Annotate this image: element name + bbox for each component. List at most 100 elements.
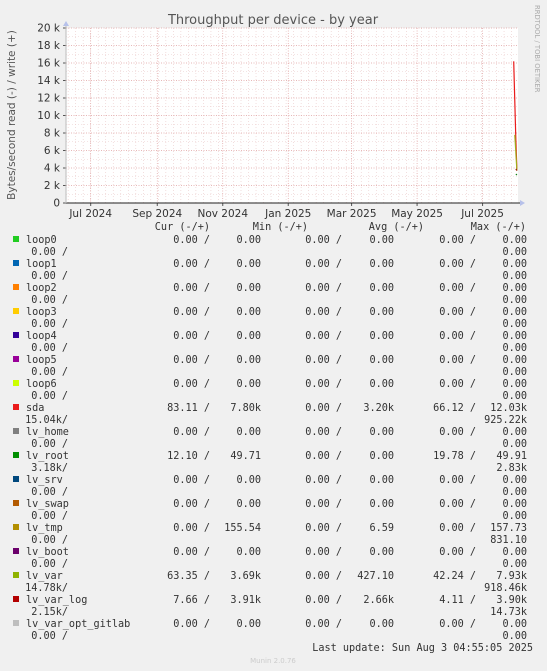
legend-value: 0.00 / [173,307,210,318]
legend-header: Max (-/+) [471,222,526,233]
legend-value: 2.66k [363,595,394,606]
legend-value: 0.00 [502,487,527,498]
legend-name: loop6 [26,379,57,390]
legend-value: 0.00 [369,547,394,558]
legend-value: 0.00 / [439,355,476,366]
y-tick-label: 2 k [44,180,61,192]
legend-value: 0.00 / [31,439,68,450]
legend-value: 0.00 [369,259,394,270]
legend-value: 0.00 / [305,403,342,414]
legend-value: 0.00 [369,235,394,246]
legend-value: 0.00 [502,511,527,522]
legend-name: sda [26,403,44,414]
legend-value: 0.00 [236,547,261,558]
y-tick-label: 4 k [44,163,61,175]
legend-swatch-loop4 [13,332,19,338]
legend-name: loop0 [26,235,57,246]
legend-value: 0.00 [369,331,394,342]
legend-value: 0.00 [502,343,527,354]
legend-value: 0.00 / [31,511,68,522]
chart-title: Throughput per device - by year [167,13,379,28]
legend-value: 0.00 / [305,355,342,366]
legend-value: 0.00 / [305,283,342,294]
legend-value: 12.03k [490,403,527,414]
legend-value: 0.00 / [439,307,476,318]
legend-value: 0.00 / [305,547,342,558]
y-tick-label: 0 [53,198,60,210]
y-tick-label: 8 k [44,128,61,140]
legend-value: 0.00 [236,499,261,510]
legend-value: 49.91 [496,451,527,462]
legend-value: 0.00 [502,283,527,294]
legend-value: 0.00 [502,439,527,450]
x-axis-arrow [520,200,525,206]
last-update: Last update: Sun Aug 3 04:55:05 2025 [312,643,533,654]
legend-value: 0.00 [369,475,394,486]
y-axis-arrow [63,21,69,26]
legend-value: 3.20k [363,403,394,414]
legend-value: 3.18k/ [31,463,68,474]
legend-value: 42.24 / [433,571,476,582]
legend-value: 0.00 / [173,475,210,486]
legend-swatch-lv_tmp [13,524,19,530]
legend-name: lv_root [26,451,69,462]
legend-value: 0.00 / [439,235,476,246]
legend-value: 14.78k/ [25,583,68,594]
legend-value: 0.00 / [439,619,476,630]
legend-value: 0.00 / [439,379,476,390]
legend-name: loop5 [26,355,57,366]
legend-value: 0.00 / [439,523,476,534]
legend-swatch-lv_var [13,572,19,578]
legend-value: 0.00 [236,379,261,390]
legend-value: 0.00 / [31,487,68,498]
legend-value: 0.00 [369,355,394,366]
legend-value: 0.00 / [31,535,68,546]
legend-value: 0.00 / [439,259,476,270]
legend-name: lv_boot [26,547,69,558]
legend-value: 0.00 [369,427,394,438]
legend-swatch-loop2 [13,284,19,290]
legend-header: Min (-/+) [253,222,308,233]
legend-value: 0.00 [502,475,527,486]
legend-value: 0.00 / [173,619,210,630]
legend-name: lv_var_opt_gitlab [26,619,130,630]
legend-value: 0.00 [502,259,527,270]
legend-value: 7.80k [230,403,261,414]
legend-value: 0.00 [369,619,394,630]
legend-header: Avg (-/+) [369,222,424,233]
legend-value: 15.04k/ [25,415,68,426]
legend-value: 0.00 [236,427,261,438]
legend-swatch-loop0 [13,236,19,242]
legend-swatch-lv_var_log [13,596,19,602]
legend-value: 0.00 [502,307,527,318]
legend-value: 0.00 [236,331,261,342]
legend-value: 925.22k [484,415,527,426]
legend-value: 155.54 [224,523,261,534]
legend-value: 0.00 [502,355,527,366]
legend-value: 0.00 [236,475,261,486]
legend-value: 427.10 [357,571,394,582]
legend-value: 0.00 / [31,343,68,354]
legend-value: 63.35 / [167,571,210,582]
legend-value: 0.00 [502,427,527,438]
legend-swatch-sda [13,404,19,410]
legend-value: 0.00 / [305,619,342,630]
legend-swatch-lv_boot [13,548,19,554]
legend-value: 0.00 / [439,547,476,558]
legend-value: 918.46k [484,583,527,594]
legend-name: lv_srv [26,475,63,486]
legend-value: 0.00 / [31,271,68,282]
legend-name: loop2 [26,283,57,294]
legend-value: 0.00 [502,559,527,570]
legend-value: 0.00 / [31,391,68,402]
legend-value: 49.71 [230,451,261,462]
legend-value: 2.15k/ [31,607,68,618]
legend-value: 0.00 / [305,595,342,606]
legend-name: loop4 [26,331,57,342]
legend-value: 0.00 / [305,571,342,582]
legend-value: 0.00 / [305,499,342,510]
x-tick-label: Sep 2024 [132,208,182,220]
legend-value: 0.00 / [173,547,210,558]
y-tick-label: 18 k [37,40,61,52]
legend-value: 0.00 / [173,523,210,534]
